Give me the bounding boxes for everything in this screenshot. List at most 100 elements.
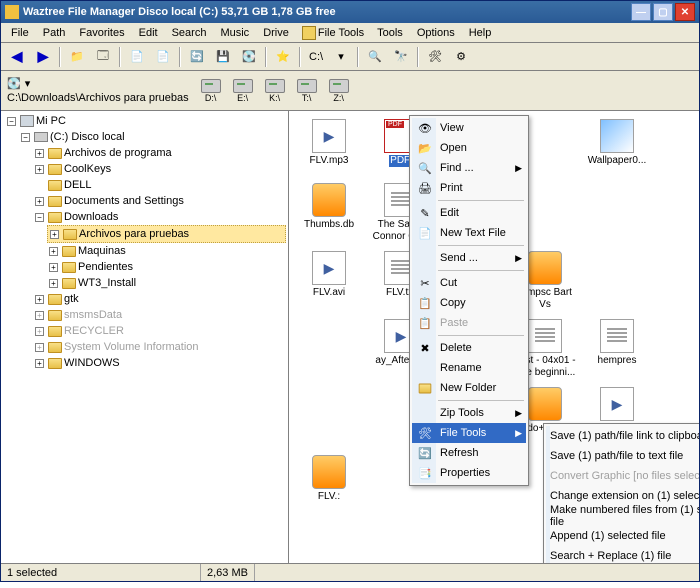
sub-save-text[interactable]: Save (1) path/file to text file	[546, 446, 699, 466]
drive-combo[interactable]: C:\	[305, 51, 327, 63]
menu-file-tools[interactable]: File Tools	[297, 24, 369, 42]
menu-favorites[interactable]: Favorites	[73, 25, 130, 41]
toolbar-btn-1[interactable]: 📁	[65, 45, 89, 69]
tree-item[interactable]: +WINDOWS	[33, 355, 286, 371]
ctx-props[interactable]: 📑Properties	[412, 463, 526, 483]
sub-save-link[interactable]: Save (1) path/file link to clipboard	[546, 426, 699, 446]
drive-e[interactable]: E:\	[229, 79, 257, 103]
ctx-cut[interactable]: ✂Cut	[412, 273, 526, 293]
folder-icon	[62, 278, 76, 289]
toolbar-btn-10[interactable]: 🔭	[389, 45, 413, 69]
ctx-edit[interactable]: ✎Edit	[412, 203, 526, 223]
sub-numbered[interactable]: Make numbered files from (1) selected fi…	[546, 506, 699, 526]
window-icon: 🗔	[97, 47, 109, 66]
ctx-delete[interactable]: ✖Delete	[412, 338, 526, 358]
file-type-icon	[600, 119, 634, 153]
close-button[interactable]: ✕	[675, 3, 695, 21]
folder-icon	[48, 310, 62, 321]
search-icon: 🔍	[416, 160, 434, 176]
menu-help[interactable]: Help	[463, 25, 498, 41]
sub-search-replace[interactable]: Search + Replace (1) file	[546, 546, 699, 563]
toolbar-btn-9[interactable]: 🔍	[363, 45, 387, 69]
ctx-newtxt[interactable]: 📄New Text File	[412, 223, 526, 243]
toolbar-btn-12[interactable]: ⚙	[449, 45, 473, 69]
menu-music[interactable]: Music	[214, 25, 255, 41]
tree-item[interactable]: +gtk	[33, 291, 286, 307]
sub-append[interactable]: Append (1) selected file	[546, 526, 699, 546]
ctx-open[interactable]: 📂Open	[412, 138, 526, 158]
binoculars-icon: 🔭	[394, 50, 408, 63]
file-item[interactable]: FLV.:	[295, 453, 363, 505]
file-label: hempres	[597, 355, 638, 367]
file-item[interactable]: Thumbs.db	[295, 181, 363, 245]
copy-icon: 📋	[416, 295, 434, 311]
folder-tree[interactable]: −Mi PC −(C:) Disco local +Archivos de pr…	[1, 111, 289, 563]
menu-edit[interactable]: Edit	[133, 25, 164, 41]
tree-item[interactable]: +CoolKeys	[33, 161, 286, 177]
drive-dropdown-button[interactable]: ▾	[329, 45, 353, 69]
menu-drive[interactable]: Drive	[257, 25, 295, 41]
toolbar-btn-8[interactable]: ⭐	[271, 45, 295, 69]
ctx-copy[interactable]: 📋Copy	[412, 293, 526, 313]
tree-item[interactable]: DELL	[33, 177, 286, 193]
tree-root[interactable]: −Mi PC	[5, 113, 286, 129]
menu-file[interactable]: File	[5, 25, 35, 41]
drive-k[interactable]: K:\	[261, 79, 289, 103]
ctx-filetools[interactable]: 🛠File Tools▶	[412, 423, 526, 443]
tree-drive-c[interactable]: −(C:) Disco local	[19, 129, 286, 145]
ctx-rename[interactable]: Rename	[412, 358, 526, 378]
file-item[interactable]: FLV.mp3	[295, 117, 363, 177]
ctx-refresh[interactable]: 🔄Refresh	[412, 443, 526, 463]
tree-item[interactable]: +System Volume Information	[33, 339, 286, 355]
ctx-send[interactable]: Send ...▶	[412, 248, 526, 268]
drive-t[interactable]: T:\	[293, 79, 321, 103]
maximize-button[interactable]: ▢	[653, 3, 673, 21]
tree-item[interactable]: +smsmsData	[33, 307, 286, 323]
tree-item[interactable]: +Maquinas	[47, 243, 286, 259]
drive-dropdown-icon[interactable]: ▾	[25, 77, 31, 90]
ctx-view[interactable]: 👁View	[412, 118, 526, 138]
ctx-zip[interactable]: Zip Tools▶	[412, 403, 526, 423]
file-item[interactable]: FLV.avi	[295, 249, 363, 313]
drive-d[interactable]: D:\	[197, 79, 225, 103]
sub-change-ext[interactable]: Change extension on (1) selected file	[546, 486, 699, 506]
tree-item[interactable]: +Documents and Settings	[33, 193, 286, 209]
tree-downloads[interactable]: −Downloads	[33, 209, 286, 225]
minimize-button[interactable]: —	[631, 3, 651, 21]
toolbar-btn-7[interactable]: 💽	[237, 45, 261, 69]
chevron-down-icon: ▾	[338, 50, 344, 63]
tree-item[interactable]: +Archivos de programa	[33, 145, 286, 161]
folder-icon	[48, 196, 62, 207]
disk-icon: 💽	[242, 50, 256, 63]
menu-search[interactable]: Search	[166, 25, 213, 41]
file-item[interactable]: Wallpaper0...	[583, 117, 651, 177]
folder-icon	[63, 229, 77, 240]
toolbar-btn-6[interactable]: 💾	[211, 45, 235, 69]
menu-tools[interactable]: Tools	[371, 25, 409, 41]
tree-item-selected[interactable]: +Archivos para pruebas	[47, 225, 286, 243]
drive-z[interactable]: Z:\	[325, 79, 353, 103]
file-item[interactable]: hempres	[583, 317, 651, 381]
toolbar-btn-2[interactable]: 🗔	[91, 45, 115, 69]
toolbar-btn-11[interactable]: 🛠	[423, 45, 447, 69]
ctx-print[interactable]: 🖨Print	[412, 178, 526, 198]
toolbar-btn-3[interactable]: 📄	[125, 45, 149, 69]
file-pane[interactable]: FLV.mp3PDF.Wallpaper0...Thumbs.dbThe Sar…	[289, 111, 699, 563]
open-icon: 📂	[416, 140, 434, 156]
menu-options[interactable]: Options	[411, 25, 461, 41]
ctx-newfolder[interactable]: New Folder	[412, 378, 526, 398]
nav-forward-button[interactable]: ▶	[31, 45, 55, 69]
folder-icon	[48, 358, 62, 369]
tree-item[interactable]: +Pendientes	[47, 259, 286, 275]
drive-list: D:\ E:\ K:\ T:\ Z:\	[197, 79, 353, 103]
toolbar-btn-5[interactable]: 🔄	[185, 45, 209, 69]
ctx-find[interactable]: 🔍Find ...▶	[412, 158, 526, 178]
tree-item[interactable]: +RECYCLER	[33, 323, 286, 339]
nav-back-button[interactable]: ◀	[5, 45, 29, 69]
menu-path[interactable]: Path	[37, 25, 72, 41]
folder-icon	[416, 380, 434, 396]
context-menu: 👁View 📂Open 🔍Find ...▶ 🖨Print ✎Edit 📄New…	[409, 115, 529, 486]
file-tools-icon: 🛠	[416, 425, 434, 441]
tree-item[interactable]: +WT3_Install	[47, 275, 286, 291]
toolbar-btn-4[interactable]: 📄	[151, 45, 175, 69]
